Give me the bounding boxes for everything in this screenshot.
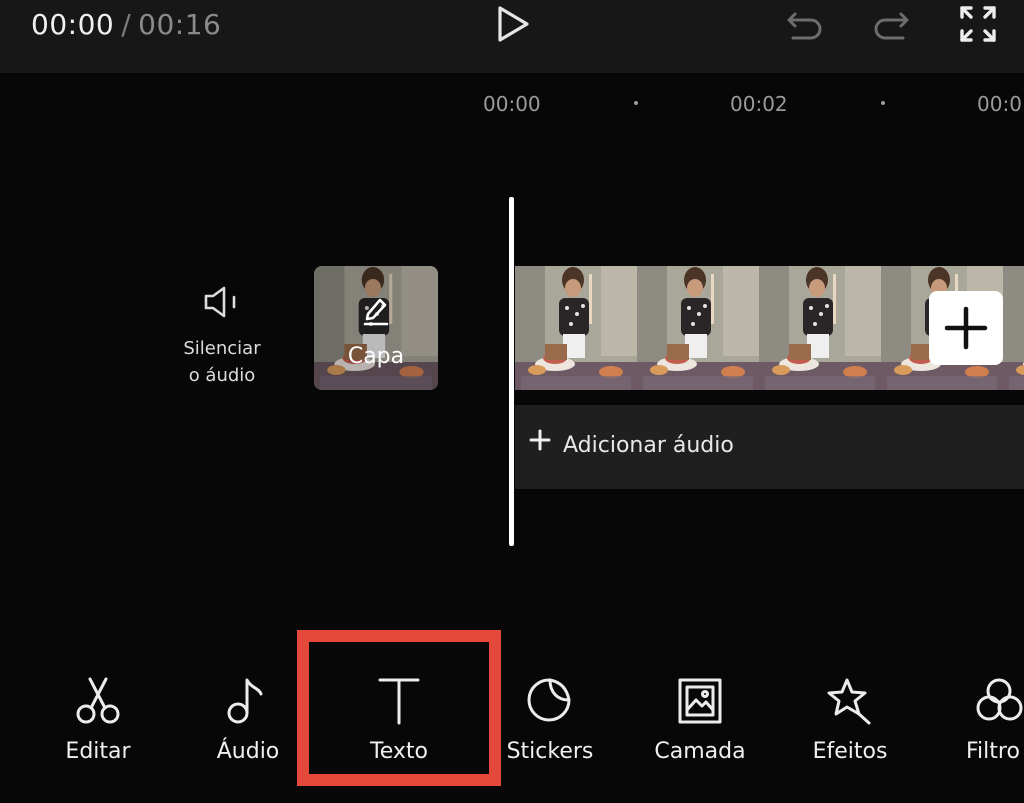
add-audio-button[interactable]: Adicionar áudio — [515, 405, 1024, 489]
speaker-icon — [172, 285, 272, 321]
current-time: 00:00 — [31, 8, 115, 41]
time-display: 00:00/00:16 — [31, 8, 221, 41]
tool-label: Áudio — [216, 739, 280, 764]
mute-label-line2: o áudio — [188, 365, 256, 386]
overlay-icon — [640, 676, 760, 726]
ruler-dot — [634, 101, 638, 105]
star-effects-icon — [790, 676, 910, 726]
mute-audio-button[interactable]: Silenciar o áudio — [172, 285, 272, 389]
mute-label-line1: Silenciar — [183, 338, 261, 359]
scissors-icon — [38, 676, 158, 726]
ruler-label: 00:0 — [977, 92, 1022, 116]
tool-filter[interactable]: Filtro — [940, 676, 1024, 764]
duration: 00:16 — [138, 8, 222, 41]
ruler-label: 00:02 — [730, 92, 788, 116]
text-icon — [339, 676, 459, 726]
plus-icon — [529, 429, 551, 455]
add-clip-button[interactable] — [929, 291, 1003, 365]
filter-icon — [940, 676, 1024, 726]
fullscreen-icon[interactable] — [958, 4, 998, 44]
ruler-dot — [881, 101, 885, 105]
tool-stickers[interactable]: Stickers — [490, 676, 610, 764]
redo-icon[interactable] — [871, 6, 911, 42]
playhead[interactable] — [509, 197, 514, 546]
tool-overlay[interactable]: Camada — [640, 676, 760, 764]
add-audio-label: Adicionar áudio — [563, 433, 734, 458]
tool-audio[interactable]: Áudio — [188, 676, 308, 764]
ruler-label: 00:00 — [483, 92, 541, 116]
plus-icon — [944, 306, 988, 350]
play-icon[interactable] — [494, 4, 532, 44]
tool-edit[interactable]: Editar — [38, 676, 158, 764]
tool-label: Filtro — [966, 739, 1020, 764]
tool-label: Texto — [370, 739, 428, 764]
pencil-icon — [362, 294, 390, 330]
top-bar: 00:00/00:16 — [0, 0, 1024, 73]
video-frame — [637, 266, 759, 390]
video-frame — [1003, 266, 1024, 390]
music-note-icon — [188, 676, 308, 726]
undo-icon[interactable] — [785, 6, 825, 42]
tool-text[interactable]: Texto — [339, 676, 459, 764]
time-separator: / — [121, 8, 132, 41]
video-frame — [515, 266, 637, 390]
sticker-icon — [490, 676, 610, 726]
video-frame — [759, 266, 881, 390]
cover-label: Capa — [347, 344, 405, 369]
cover-button[interactable]: Capa — [314, 266, 438, 390]
mute-audio-label: Silenciar o áudio — [172, 335, 272, 389]
tool-label: Stickers — [506, 739, 594, 764]
tool-label: Efeitos — [812, 739, 888, 764]
tool-effects[interactable]: Efeitos — [790, 676, 910, 764]
tool-label: Editar — [65, 739, 131, 764]
tool-label: Camada — [654, 739, 746, 764]
